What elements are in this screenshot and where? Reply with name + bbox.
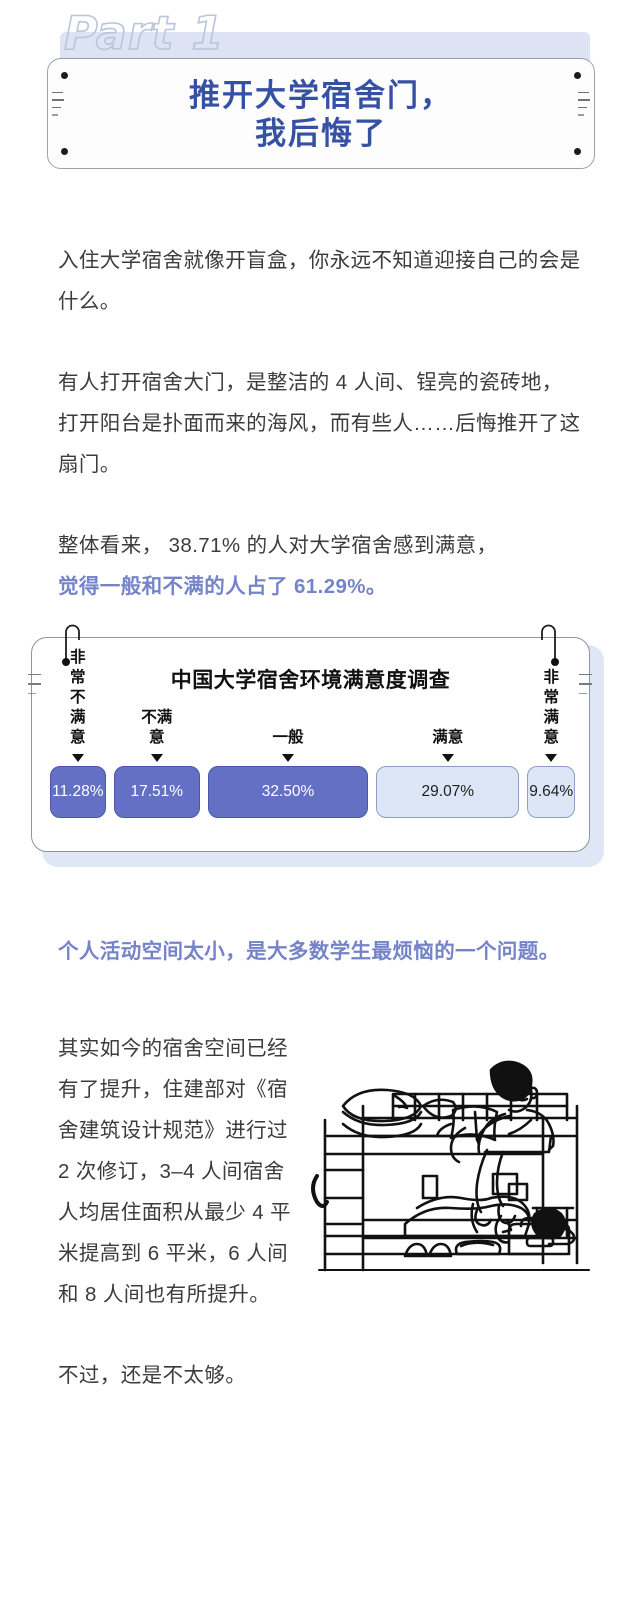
chart-bar-group-4: 非常 满意 9.64% bbox=[527, 669, 575, 818]
paragraph-3-normal: 整体看来， 38.71% 的人对大学宿舍感到满意， bbox=[58, 534, 498, 557]
chart-bars-row: 非常 不满意 11.28% 不满意 17.51% 一般 32.50% 满意 29… bbox=[50, 649, 575, 818]
article-body-lower: 个人活动空间太小，是大多数学生最烦恼的一个问题。 其实如今的宿舍空间已经有了提升… bbox=[0, 875, 641, 1396]
chart-category-label-2: 一般 bbox=[272, 729, 304, 746]
paragraph-3-highlight: 觉得一般和不满的人占了 61.29%。 bbox=[58, 575, 387, 598]
chart-bar-group-2: 一般 32.50% bbox=[207, 729, 369, 818]
paragraph-2: 有人打开宿舍大门，是整洁的 4 人间、锃亮的瓷砖地，打开阳台是扑面而来的海风，而… bbox=[58, 371, 581, 476]
page-title: 推开大学宿舍门， 我后悔了 bbox=[48, 77, 594, 153]
paragraph-4-highlight: 个人活动空间太小，是大多数学生最烦恼的一个问题。 bbox=[58, 940, 560, 963]
chart-caret-icon-3 bbox=[441, 754, 454, 762]
paragraph-6: 不过，还是不太够。 bbox=[58, 1364, 247, 1387]
part-label: Part 1 bbox=[63, 6, 225, 60]
chart-bar-group-3: 满意 29.07% bbox=[376, 729, 520, 818]
chart-category-label-1: 不满意 bbox=[141, 709, 173, 746]
chart-caret-icon-0 bbox=[71, 754, 84, 762]
paragraph-5-with-illustration: 其实如今的宿舍空间已经有了提升，住建部对《宿舍建筑设计规范》进行过 2 次修订，… bbox=[58, 1028, 590, 1396]
chart-bar-4[interactable]: 9.64% bbox=[527, 766, 575, 818]
chart-bar-0[interactable]: 11.28% bbox=[50, 766, 106, 818]
survey-chart-section: 中国大学宿舍环境满意度调查 非常 不满意 11.28% 不满意 17.51% 一… bbox=[0, 607, 641, 875]
chart-category-label-3: 满意 bbox=[432, 729, 464, 746]
chart-category-label-0: 非常 不满意 bbox=[70, 649, 86, 746]
hanging-hook-right-icon bbox=[541, 624, 559, 666]
chart-bar-value-0: 11.28% bbox=[52, 783, 104, 800]
page-title-line-2: 我后悔了 bbox=[255, 116, 387, 151]
title-plaque: 推开大学宿舍门， 我后悔了 bbox=[47, 58, 595, 169]
chart-category-label-4: 非常 满意 bbox=[543, 669, 559, 746]
bunk-bed-illustration bbox=[311, 1060, 590, 1272]
chart-bar-3[interactable]: 29.07% bbox=[376, 766, 520, 818]
chart-bar-value-1: 17.51% bbox=[130, 783, 184, 800]
chart-caret-icon-1 bbox=[150, 754, 163, 762]
chart-caret-icon-2 bbox=[282, 754, 295, 762]
chart-title: 中国大学宿舍环境满意度调查 bbox=[170, 669, 451, 692]
chart-bar-value-4: 9.64% bbox=[529, 783, 574, 800]
chart-caret-icon-4 bbox=[545, 754, 558, 762]
survey-chart-card: 中国大学宿舍环境满意度调查 非常 不满意 11.28% 不满意 17.51% 一… bbox=[28, 624, 592, 852]
chart-bar-1[interactable]: 17.51% bbox=[113, 766, 200, 818]
chart-bar-group-0: 非常 不满意 11.28% bbox=[50, 649, 106, 818]
chart-bar-value-3: 29.07% bbox=[421, 783, 475, 800]
chart-bar-value-2: 32.50% bbox=[261, 783, 315, 800]
chart-bar-2[interactable]: 32.50% bbox=[207, 766, 369, 818]
page-header: Part 1 推开大学宿舍门， 我后悔了 bbox=[0, 0, 641, 200]
chart-bar-group-1: 不满意 17.51% bbox=[113, 709, 200, 818]
paragraph-1: 入住大学宿舍就像开盲盒，你永远不知道迎接自己的会是什么。 bbox=[58, 249, 581, 313]
article-body-upper: 入住大学宿舍就像开盲盒，你永远不知道迎接自己的会是什么。 有人打开宿舍大门，是整… bbox=[0, 200, 641, 607]
page-title-line-1: 推开大学宿舍门， bbox=[189, 78, 453, 113]
